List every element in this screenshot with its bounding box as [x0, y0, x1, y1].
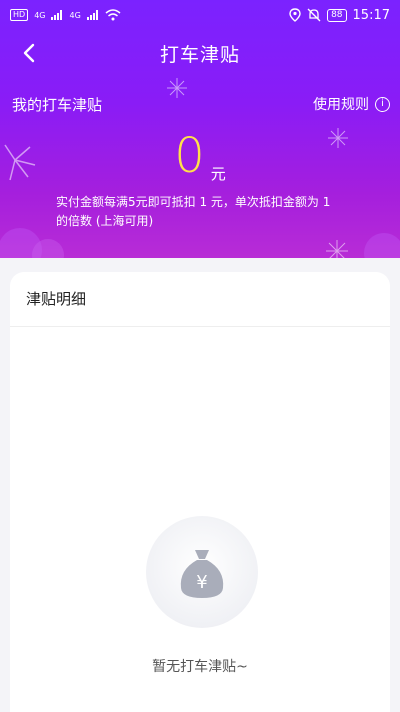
empty-state-text: 暂无打车津贴~ [152, 659, 248, 675]
amount-unit: 元 [210, 165, 226, 183]
back-button[interactable] [14, 38, 44, 68]
detail-title: 津贴明细 [10, 272, 390, 327]
battery-indicator: 88 [327, 8, 347, 22]
status-bar: HD 4G 4G 88 15:17 [0, 0, 400, 30]
clock: 15:17 [352, 7, 390, 23]
back-arrow-icon [23, 43, 35, 63]
hd-badge: HD [10, 9, 29, 21]
signal-strength-1: 4G [34, 10, 46, 20]
allowance-detail-card: 津贴明细 ¥ 暂无打车津贴~ [10, 272, 390, 712]
location-icon [289, 8, 301, 22]
usage-rules-label: 使用规则 [313, 97, 369, 113]
page-title: 打车津贴 [159, 43, 240, 66]
flower-decoration-icon [364, 233, 400, 258]
usage-rules-link[interactable]: 使用规则 i [313, 94, 390, 114]
signal-bars-icon [51, 10, 63, 20]
info-icon: i [375, 96, 390, 112]
currency-symbol: ¥ [196, 572, 207, 593]
hero-banner: HD 4G 4G 88 15:17 打车津贴 我的打车津贴 使用规则 i 0元 … [0, 0, 400, 258]
firework-decoration-icon [167, 78, 187, 98]
signal-bars-icon [86, 10, 98, 20]
amount-value: 0 [174, 128, 205, 184]
allowance-amount: 0元 [0, 128, 400, 184]
mute-bell-icon [307, 8, 321, 22]
wifi-icon [105, 9, 121, 21]
money-bag-icon: ¥ [180, 550, 224, 598]
allowance-description: 实付金额每满5元即可抵扣 1 元，单次抵扣金额为 1 的倍数 (上海可用) [56, 195, 331, 228]
signal-strength-2: 4G [69, 10, 81, 20]
nav-bar: 打车津贴 [0, 30, 400, 76]
empty-state-illustration: ¥ [146, 516, 258, 628]
my-allowance-label: 我的打车津贴 [12, 96, 103, 114]
